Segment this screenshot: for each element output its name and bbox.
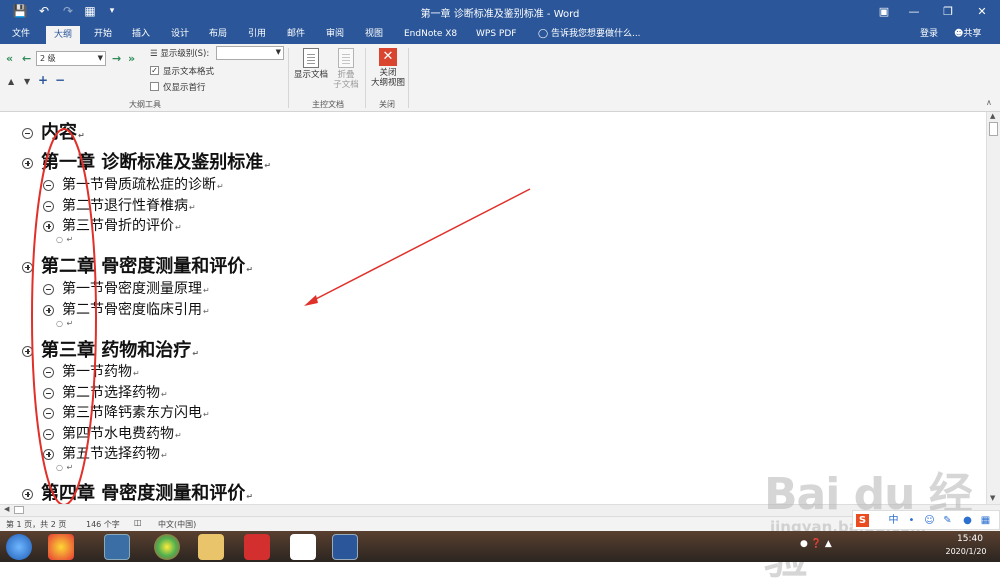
demote-icon[interactable]: → (112, 52, 121, 65)
tab-design[interactable]: 设计 (163, 24, 197, 44)
collapse-icon[interactable]: − (55, 73, 65, 87)
show-level-select[interactable]: ▼ (216, 46, 284, 60)
group-divider (288, 48, 289, 108)
annotation-overlay (31, 128, 531, 504)
annotation-ellipse (31, 128, 97, 504)
hscroll-thumb[interactable] (14, 506, 24, 514)
subdocument-icon (338, 48, 354, 68)
show-text-format-label: 显示文本格式 (163, 67, 215, 77)
ribbon-tabs: 文件 大纲 开始 插入 设计 布局 引用 邮件 审阅 视图 EndNote X8… (0, 24, 1000, 44)
share-button[interactable]: ☻共享 (946, 24, 989, 44)
collapse-ribbon-icon[interactable]: ∧ (986, 98, 992, 107)
start-button-icon[interactable] (6, 534, 32, 560)
microphone-icon[interactable]: ● (961, 514, 974, 527)
tab-file[interactable]: 文件 (4, 24, 38, 44)
keyboard-icon[interactable]: ✎ (941, 514, 954, 527)
language-indicator[interactable]: 中文(中国) (158, 519, 196, 530)
scroll-up-icon[interactable]: ▲ (990, 112, 995, 120)
photo-app-icon[interactable] (48, 534, 74, 560)
tab-layout[interactable]: 布局 (201, 24, 235, 44)
collapse-subdocuments-button[interactable]: 折叠 子文档 (330, 48, 362, 90)
tab-review[interactable]: 审阅 (318, 24, 352, 44)
scroll-left-icon[interactable]: ◀ (4, 505, 9, 513)
close-outline-view-button[interactable]: ✕ 关闭 大纲视图 (368, 48, 408, 88)
sign-in-link[interactable]: 登录 (912, 24, 946, 44)
tab-wps-pdf[interactable]: WPS PDF (468, 24, 524, 44)
lightbulb-icon: ◯ (538, 29, 549, 39)
proofing-icon[interactable]: ◫ (134, 518, 142, 527)
chevron-down-icon: ▼ (97, 54, 103, 62)
window-title: 第一章 诊断标准及鉴别标准 - Word (420, 9, 580, 20)
chrome-icon[interactable] (154, 534, 180, 560)
show-text-format-checkbox[interactable]: ✓ (150, 66, 159, 75)
ime-chinese-indicator[interactable]: 中 (887, 514, 900, 527)
scroll-thumb[interactable] (989, 122, 998, 136)
group-label-outline-tools: 大纲工具 (129, 100, 161, 109)
group-divider (365, 48, 366, 108)
move-up-icon[interactable]: ▲ (8, 77, 14, 86)
ribbon: « ← 2 级 ▼ → » ▲ ▼ + − ☰ 显示级别(S): ▼ ✓ 显示文本… (0, 44, 1000, 112)
show-level-icon: ☰ (150, 49, 158, 59)
document-area: 内容↵ 第一章 诊断标准及鉴别标准↵ 第一节骨质疏松症的诊断↵ 第二节退行性脊椎… (0, 112, 986, 504)
tray-icons[interactable]: ● ❓ ▲ (800, 539, 850, 553)
demote-to-body-icon[interactable]: » (128, 52, 135, 65)
app-icon[interactable] (290, 534, 316, 560)
file-explorer-icon[interactable] (198, 534, 224, 560)
sogou-tray-icon: ● (800, 539, 808, 549)
youdao-icon[interactable] (244, 534, 270, 560)
help-icon: ❓ (810, 539, 822, 549)
punctuation-icon[interactable]: • (905, 514, 918, 527)
group-label-close: 关闭 (379, 100, 395, 109)
chevron-down-icon: ▼ (275, 48, 281, 56)
word-count[interactable]: 146 个字 (86, 519, 120, 530)
tab-references[interactable]: 引用 (240, 24, 274, 44)
tab-view[interactable]: 视图 (357, 24, 391, 44)
close-x-icon: ✕ (379, 48, 397, 66)
tab-insert[interactable]: 插入 (124, 24, 158, 44)
network-icon: ▲ (824, 539, 832, 549)
tab-endnote[interactable]: EndNote X8 (396, 24, 465, 44)
move-down-icon[interactable]: ▼ (24, 77, 30, 86)
group-label-master-doc: 主控文档 (312, 100, 344, 109)
page-count[interactable]: 第 1 页，共 2 页 (6, 519, 66, 530)
minimize-icon[interactable]: — (896, 0, 932, 24)
person-icon: ☻ (954, 29, 964, 39)
ime-toolbar: S 中 • ☺ ✎ ● ▦ (852, 510, 1000, 530)
annotation-arrow-head (304, 295, 318, 306)
show-first-line-checkbox[interactable] (150, 82, 159, 91)
maximize-icon[interactable]: ❐ (930, 0, 966, 24)
title-bar: 💾 ↶ ↷ ▦ ▾ 第一章 诊断标准及鉴别标准 - Word ▣ — ❐ ✕ (0, 0, 1000, 24)
expand-icon[interactable]: + (38, 73, 48, 87)
clock-time[interactable]: 15:40 (950, 534, 990, 544)
tab-outline[interactable]: 大纲 (46, 26, 81, 44)
show-first-line-label: 仅显示首行 (163, 83, 206, 93)
vertical-scrollbar[interactable]: ▲ ▼ (986, 112, 1000, 504)
show-document-button[interactable]: 显示文档 (291, 48, 331, 80)
word-icon[interactable] (332, 534, 358, 560)
tell-me-search[interactable]: ◯ 告诉我您想要做什么... (530, 24, 649, 44)
taskbar: ● ❓ ▲ 15:40 2020/1/20 (0, 531, 1000, 562)
document-icon (303, 48, 319, 68)
tab-mailings[interactable]: 邮件 (279, 24, 313, 44)
annotation-arrow-line (309, 188, 531, 303)
toolbox-icon[interactable]: ▦ (979, 514, 992, 527)
show-level-label: ☰ 显示级别(S): (150, 49, 210, 59)
emoji-icon[interactable]: ☺ (923, 514, 936, 527)
group-divider (408, 48, 409, 108)
sogou-browser-icon[interactable] (104, 534, 130, 560)
clock-date[interactable]: 2020/1/20 (938, 547, 994, 556)
tab-home[interactable]: 开始 (86, 24, 120, 44)
close-icon[interactable]: ✕ (964, 0, 1000, 24)
sogou-icon[interactable]: S (856, 514, 869, 527)
outline-level-select[interactable]: 2 级 ▼ (36, 51, 106, 66)
promote-icon[interactable]: ← (22, 52, 31, 65)
promote-to-heading1-icon[interactable]: « (6, 52, 13, 65)
